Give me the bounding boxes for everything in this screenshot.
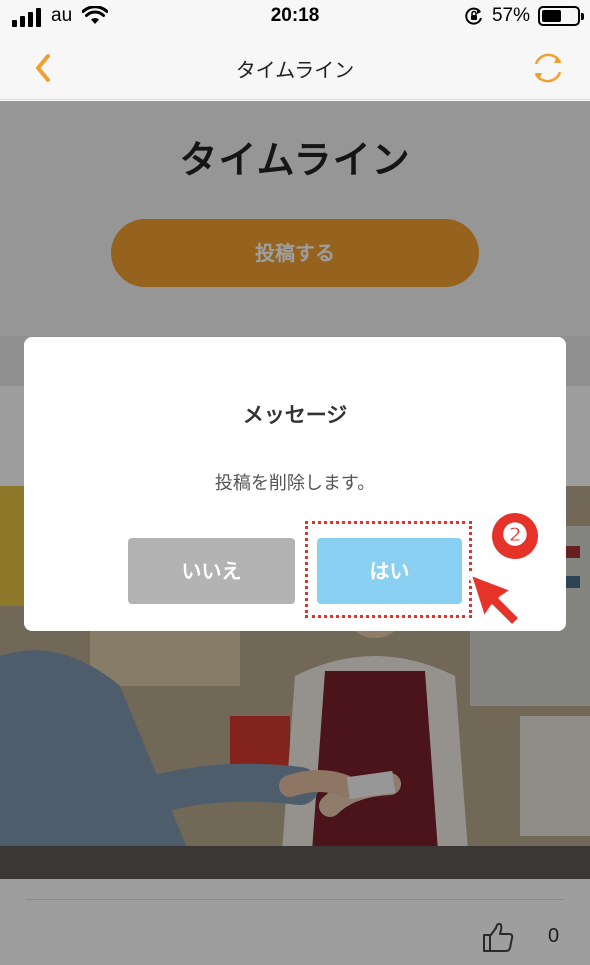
status-right: 57%: [464, 5, 584, 27]
dialog-message: 投稿を削除します。: [214, 473, 376, 494]
highlight-box: [305, 521, 472, 618]
nav-title: タイムライン: [235, 58, 355, 82]
refresh-icon[interactable]: [528, 48, 568, 88]
battery-percent: 57%: [491, 5, 530, 26]
pointer-arrow-icon: [468, 572, 522, 628]
battery-level: [542, 10, 562, 22]
orientation-lock-icon: [465, 7, 482, 25]
nav-bar: タイムライン: [0, 36, 590, 100]
no-button[interactable]: いいえ: [128, 538, 295, 604]
dialog-title: メッセージ: [242, 403, 348, 427]
status-bar: au 20:18 57%: [0, 0, 590, 36]
step-number-badge: ❷: [492, 513, 538, 559]
battery-icon: [538, 6, 584, 26]
